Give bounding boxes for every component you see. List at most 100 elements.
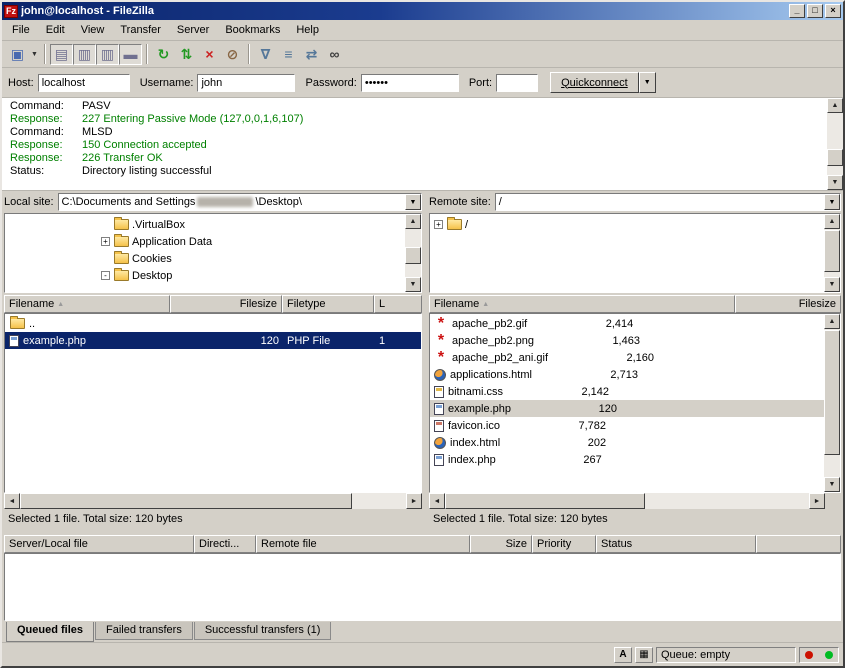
menu-help[interactable]: Help (288, 21, 327, 40)
column-header-filename[interactable]: Filename▲ (4, 295, 170, 313)
file-row[interactable]: bitnami.css2,142 (430, 383, 824, 400)
scroll-thumb[interactable] (445, 493, 645, 509)
column-header-size[interactable]: Size (470, 535, 532, 553)
column-header-filesize[interactable]: Filesize (170, 295, 282, 313)
menu-transfer[interactable]: Transfer (112, 21, 169, 40)
remote-site-dropdown[interactable]: ▼ (824, 194, 840, 210)
scroll-down-button[interactable]: ▼ (824, 277, 840, 292)
pane-splitter[interactable] (422, 191, 429, 529)
filter-icon[interactable]: ∇ (254, 44, 277, 65)
column-header-filesize[interactable]: Filesize (735, 295, 841, 313)
file-row[interactable]: applications.html2,713 (430, 366, 824, 383)
toggle-queue-icon[interactable]: ▬ (119, 44, 142, 65)
menu-edit[interactable]: Edit (38, 21, 73, 40)
tab-queued-files[interactable]: Queued files (6, 622, 94, 642)
file-row[interactable]: index.html202 (430, 434, 824, 451)
column-header-priority[interactable]: Priority (532, 535, 596, 553)
scroll-thumb[interactable] (405, 247, 421, 263)
scroll-right-button[interactable]: ► (406, 493, 422, 509)
scroll-track[interactable] (827, 113, 843, 175)
process-queue-icon[interactable]: ⇅ (175, 44, 198, 65)
compare-icon[interactable]: ≡ (277, 44, 300, 65)
scroll-thumb[interactable] (827, 149, 843, 166)
collapse-icon[interactable]: - (101, 271, 110, 280)
tree-item[interactable]: +Application Data (5, 233, 405, 250)
cancel-icon[interactable]: × (198, 44, 221, 65)
maximize-button[interactable]: □ (807, 4, 823, 18)
remote-site-combo[interactable]: / ▼ (495, 193, 841, 211)
remote-tree-scrollbar[interactable]: ▲▼ (824, 214, 840, 292)
column-header-filetype[interactable]: Filetype (282, 295, 374, 313)
find-icon[interactable]: ∞ (323, 44, 346, 65)
file-row[interactable]: example.php120 (430, 400, 824, 417)
scroll-track[interactable] (824, 229, 840, 277)
tree-item[interactable]: -Desktop (5, 267, 405, 284)
scroll-thumb[interactable] (20, 493, 352, 509)
file-row[interactable]: *apache_pb2_ani.gif2,160 (430, 349, 824, 366)
local-tree-scrollbar[interactable]: ▲▼ (405, 214, 421, 292)
file-row[interactable]: *apache_pb2.png1,463 (430, 332, 824, 349)
scroll-down-button[interactable]: ▼ (827, 175, 843, 190)
scroll-track[interactable] (824, 329, 840, 477)
scroll-track[interactable] (405, 229, 421, 277)
scroll-right-button[interactable]: ► (809, 493, 825, 509)
scroll-track[interactable] (445, 493, 809, 509)
scroll-track[interactable] (20, 493, 406, 509)
disconnect-icon[interactable]: ⊘ (221, 44, 244, 65)
close-button[interactable]: × (825, 4, 841, 18)
minimize-button[interactable]: _ (789, 4, 805, 18)
scroll-up-button[interactable]: ▲ (405, 214, 421, 229)
port-input[interactable] (496, 74, 538, 92)
toggle-log-icon[interactable]: ▤ (50, 44, 73, 65)
file-row[interactable]: favicon.ico7,782 (430, 417, 824, 434)
scroll-left-button[interactable]: ◄ (4, 493, 20, 509)
site-manager-dropdown-icon[interactable]: ▼ (29, 44, 40, 65)
menu-file[interactable]: File (4, 21, 38, 40)
column-header-filename[interactable]: Filename▲ (429, 295, 735, 313)
tree-item[interactable]: +/ (430, 216, 824, 233)
local-site-combo[interactable]: C:\Documents and Settings\Desktop\ ▼ (58, 193, 422, 211)
file-row[interactable]: .. (5, 315, 421, 332)
column-header-l[interactable]: L (374, 295, 422, 313)
column-header-directi[interactable]: Directi... (194, 535, 256, 553)
quickconnect-dropdown[interactable]: ▼ (639, 72, 656, 93)
refresh-icon[interactable]: ↻ (152, 44, 175, 65)
remote-list-scrollbar[interactable]: ▲▼ (824, 314, 840, 492)
scroll-down-button[interactable]: ▼ (405, 277, 421, 292)
title-bar[interactable]: Fz john@localhost - FileZilla _ □ × (2, 2, 843, 20)
menu-server[interactable]: Server (169, 21, 217, 40)
file-row[interactable]: example.php120PHP File1 (5, 332, 421, 349)
host-input[interactable] (38, 74, 130, 92)
remote-hscrollbar[interactable]: ◄► (429, 493, 825, 509)
scroll-left-button[interactable]: ◄ (429, 493, 445, 509)
scroll-up-button[interactable]: ▲ (824, 314, 840, 329)
log-scrollbar[interactable]: ▲▼ (827, 98, 843, 190)
site-manager-icon[interactable]: ▣ (6, 44, 29, 65)
scroll-up-button[interactable]: ▲ (824, 214, 840, 229)
sync-browsing-icon[interactable]: ⇄ (300, 44, 323, 65)
toggle-local-tree-icon[interactable]: ▥ (73, 44, 96, 65)
tree-item[interactable]: Cookies (5, 250, 405, 267)
expand-icon[interactable]: + (101, 237, 110, 246)
username-input[interactable] (197, 74, 295, 92)
tab-successful-transfers-1[interactable]: Successful transfers (1) (194, 622, 332, 640)
file-row[interactable]: *apache_pb2.gif2,414 (430, 315, 824, 332)
scroll-thumb[interactable] (824, 230, 840, 272)
scroll-down-button[interactable]: ▼ (824, 477, 840, 492)
toggle-remote-tree-icon[interactable]: ▥ (96, 44, 119, 65)
local-site-dropdown[interactable]: ▼ (405, 194, 421, 210)
scroll-up-button[interactable]: ▲ (827, 98, 843, 113)
quickconnect-button[interactable]: Quickconnect (550, 72, 639, 93)
scroll-thumb[interactable] (824, 330, 840, 454)
expand-icon[interactable]: + (434, 220, 443, 229)
column-header-status[interactable]: Status (596, 535, 756, 553)
menu-bookmarks[interactable]: Bookmarks (217, 21, 288, 40)
column-header-remote-file[interactable]: Remote file (256, 535, 470, 553)
tab-failed-transfers[interactable]: Failed transfers (95, 622, 193, 640)
file-row[interactable]: index.php267 (430, 451, 824, 468)
queue-list[interactable] (4, 553, 841, 621)
menu-view[interactable]: View (73, 21, 113, 40)
column-header-server-local-file[interactable]: Server/Local file (4, 535, 194, 553)
password-input[interactable] (361, 74, 459, 92)
tree-item[interactable]: .VirtualBox (5, 216, 405, 233)
